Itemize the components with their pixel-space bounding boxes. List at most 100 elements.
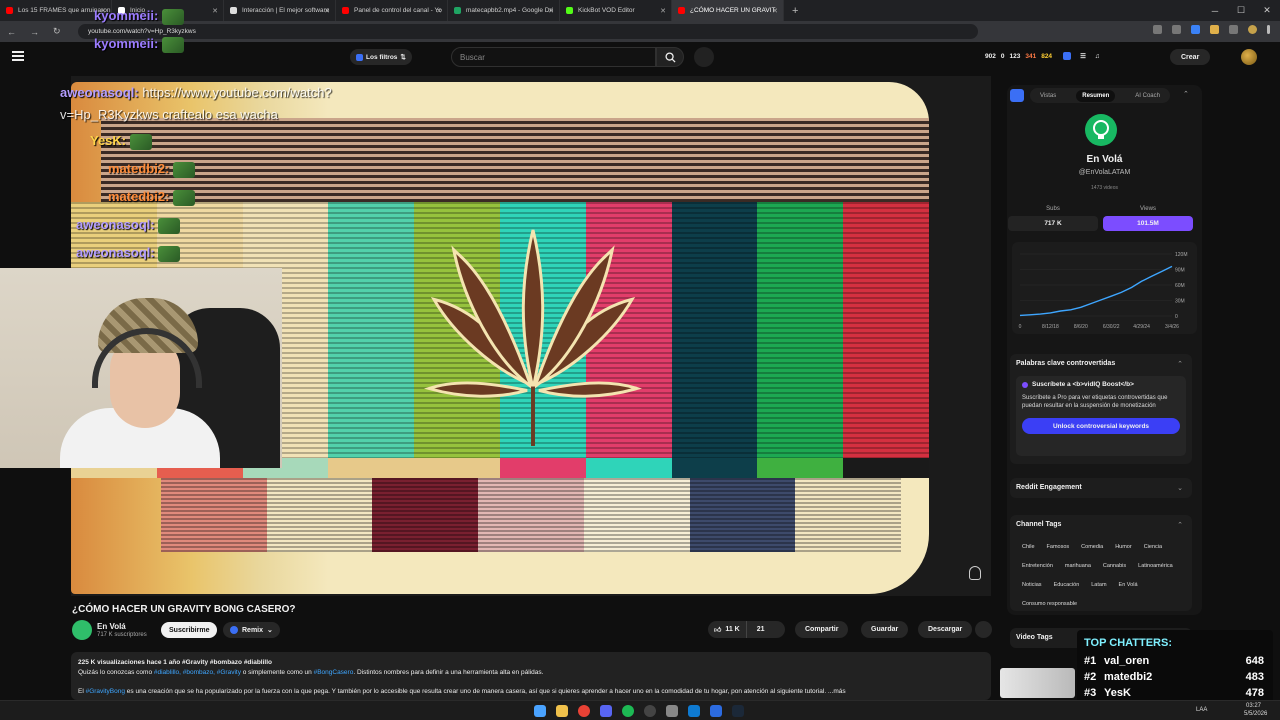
chevron-up-icon[interactable]: ⌃ [1177,360,1183,368]
channel-tag[interactable]: Educación [1048,577,1086,593]
back-icon[interactable]: ← [7,27,16,37]
new-tab-icon[interactable]: + [792,5,798,17]
app-icon[interactable] [666,705,678,717]
close-tab-icon[interactable]: ✕ [436,7,442,15]
minimize-icon[interactable]: ─ [1202,6,1228,16]
obs-icon[interactable] [644,705,656,717]
reddit-engagement-section[interactable]: Reddit Engagement ⌄ [1010,478,1192,498]
extension-icon[interactable] [1153,25,1162,34]
description-text: Quizás lo conozcas como [78,669,154,676]
channel-tag[interactable]: Humor [1109,539,1138,555]
voice-search-icon[interactable] [694,47,714,67]
chat-message: matedbi2: [108,161,196,178]
section-title: Video Tags [1016,634,1053,641]
tab-resumen[interactable]: Resumen [1076,89,1116,102]
close-tab-icon[interactable]: ✕ [660,7,666,15]
notification-bell-icon[interactable]: ♫ [1095,53,1100,60]
close-window-icon[interactable]: ✕ [1254,5,1280,16]
close-tab-icon[interactable]: ✕ [324,7,330,15]
save-button[interactable]: Guardar [861,621,909,638]
close-tab-icon[interactable]: ✕ [548,7,554,15]
vidiq-logo-icon[interactable] [1010,89,1024,102]
channel-tag[interactable]: Ciencia [1138,539,1168,555]
channel-tag[interactable]: En Volá [1113,577,1144,593]
chevron-up-icon[interactable]: ⌃ [1177,521,1183,529]
extension-icon[interactable] [1191,25,1200,34]
extension-icon[interactable] [1210,25,1219,34]
filters-button[interactable]: Los filtros ⇅ [350,49,412,65]
more-actions-icon[interactable] [975,621,992,638]
hashtag-link[interactable]: #diablillo, #bombazo, #Gravity [154,669,241,676]
profile-icon[interactable] [1248,25,1257,34]
hashtag-link[interactable]: #GravityBong [86,688,125,695]
bulb-icon[interactable] [969,566,981,580]
search-button[interactable] [656,47,684,67]
browser-tab[interactable]: Panel de control del canal - Yo ✕ [336,0,448,21]
discord-icon[interactable] [600,705,612,717]
channel-tag[interactable]: Entretención [1016,558,1059,574]
app-icon[interactable] [688,705,700,717]
related-video-thumbnail[interactable] [1000,668,1075,698]
views-label: Views [1140,206,1156,212]
channel-tag[interactable]: Consumo responsable [1016,596,1083,612]
tab-ai-coach[interactable]: AI Coach [1135,93,1160,99]
vidiq-badge-icon[interactable] [1063,52,1072,60]
language-indicator[interactable]: LAA [1196,707,1207,713]
subscribe-button[interactable]: Suscribirme [161,622,218,638]
comment-count[interactable]: 21 [747,626,775,633]
channel-tag[interactable]: Famosos [1041,539,1076,555]
hashtag-link[interactable]: #BongCasero [314,669,354,676]
reload-icon[interactable]: ↻ [53,26,61,37]
browser-tab[interactable]: matecapbb2.mp4 - Google Dri ✕ [448,0,560,21]
stat-value: 341 [1025,52,1037,60]
subs-label: Subs [1046,206,1060,212]
channel-tag[interactable]: marihuana [1059,558,1097,574]
steam-icon[interactable] [732,705,744,717]
like-button[interactable]: 👍︎ 11 K [708,621,747,638]
download-button[interactable]: Descargar [918,621,973,638]
avatar[interactable] [1241,49,1257,65]
browser-tab[interactable]: ¿CÓMO HACER UN GRAVIT ✕ [672,0,784,21]
extension-icon[interactable] [1172,25,1181,34]
shield-icon[interactable] [710,705,722,717]
chevron-down-icon: ⌄ [267,627,273,634]
extension-icon[interactable] [1229,25,1238,34]
search-icon [664,51,676,63]
remix-button[interactable]: Remix ⌄ [223,622,280,638]
close-tab-icon[interactable]: ✕ [772,7,778,15]
share-button[interactable]: Compartir [795,621,849,638]
chrome-icon[interactable] [578,705,590,717]
channel-name[interactable]: En Volá [97,622,126,631]
channel-tag[interactable]: Chile [1016,539,1041,555]
create-button[interactable]: Crear [1170,49,1211,65]
description-box[interactable]: 225 K visualizaciones hace 1 año #Gravit… [71,652,991,700]
collapse-chevron-icon[interactable]: ⌃ [1183,90,1189,98]
channel-tags-list: Chile Famosos Comedia Humor Ciencia Entretenc… [1016,539,1188,615]
start-icon[interactable] [534,705,546,717]
hamburger-menu-icon[interactable] [12,51,24,61]
windows-taskbar: LAA 03:27 5/5/2026 [0,700,1280,720]
channel-tag[interactable]: Latinoamérica [1132,558,1179,574]
channel-tag[interactable]: Noticias [1016,577,1048,593]
unlock-button[interactable]: Unlock controversial keywords [1022,418,1180,434]
chevron-down-icon[interactable]: ⌄ [1177,484,1183,492]
spotify-icon[interactable] [622,705,634,717]
clock-time[interactable]: 03:27 [1246,703,1261,709]
file-explorer-icon[interactable] [556,705,568,717]
clock-date[interactable]: 5/5/2026 [1244,711,1267,717]
tab-vistas[interactable]: Vistas [1040,93,1056,99]
menu-dots-icon[interactable] [1267,25,1270,34]
search-input[interactable]: Buscar [451,47,656,67]
forward-icon[interactable]: → [30,27,39,37]
maximize-icon[interactable]: ☐ [1228,5,1254,16]
list-icon[interactable]: ☰ [1080,52,1086,60]
channel-logo [1085,114,1117,146]
channel-tag[interactable]: Latam [1085,577,1112,593]
channel-tag[interactable]: Cannabis [1097,558,1132,574]
channel-tag[interactable]: Comedia [1075,539,1109,555]
channel-avatar[interactable] [72,620,92,640]
url-field[interactable]: youtube.com/watch?v=Hp_R3kyzkws [78,24,978,39]
browser-tab[interactable]: KickBot VOD Editor ✕ [560,0,672,21]
close-tab-icon[interactable]: ✕ [212,7,218,15]
browser-tab[interactable]: Interacción | El mejor software ✕ [224,0,336,21]
